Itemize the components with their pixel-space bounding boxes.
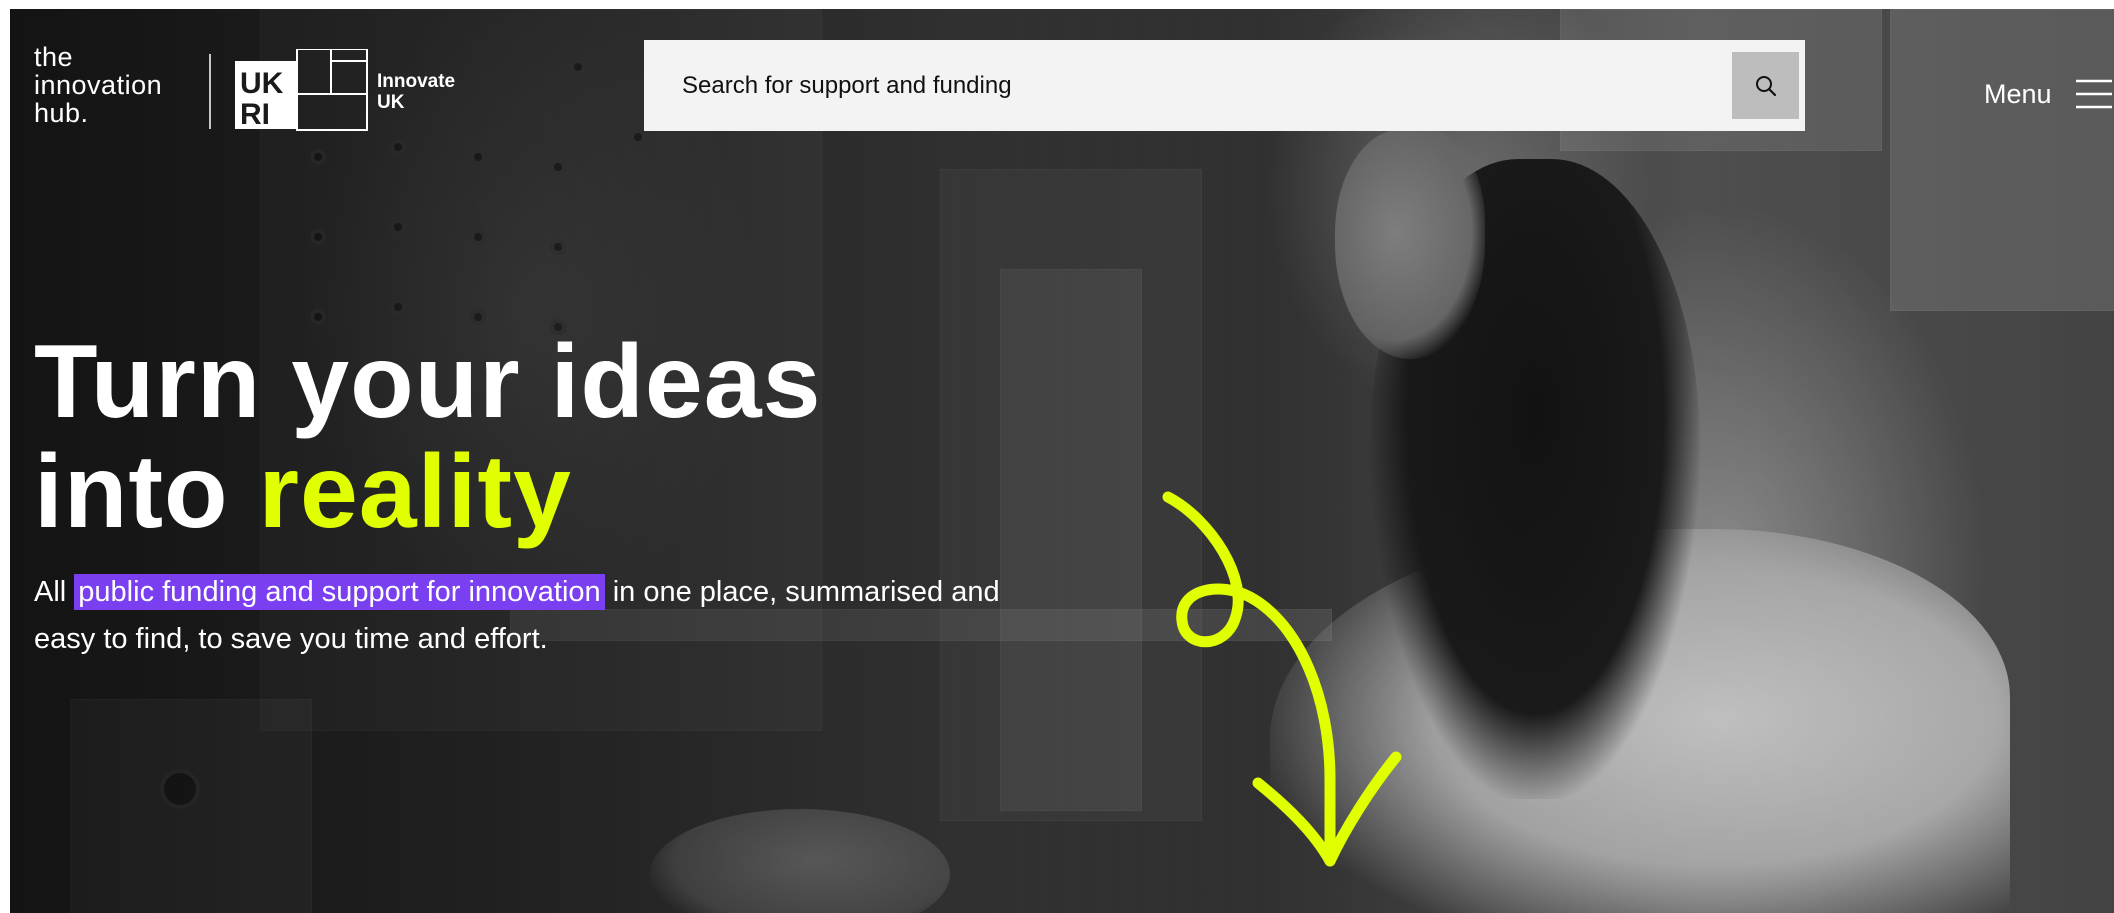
menu-label: Menu: [1984, 78, 2052, 109]
hero-description: All public funding and support for innov…: [34, 569, 1134, 663]
innovation-hub-logo[interactable]: the innovation hub.: [34, 43, 204, 127]
hero-description-suffix: in one place, summarised and: [604, 576, 1000, 608]
hero-title-line-2: into reality: [34, 437, 821, 547]
innovate-uk-label: Innovate UK: [377, 71, 455, 113]
hero-title-line-1: Turn your ideas: [34, 324, 822, 440]
hero-description-prefix: All: [34, 576, 75, 608]
logo-divider: [209, 54, 211, 129]
search-bar: [644, 40, 1805, 131]
hero-description-line-2: easy to find, to save you time and effor…: [34, 623, 548, 655]
logo-wordmark-line-3: hub.: [34, 98, 89, 128]
svg-text:UK: UK: [240, 67, 284, 100]
search-button[interactable]: [1732, 52, 1799, 119]
search-input[interactable]: [644, 40, 1694, 131]
innovate-uk-line-2: UK: [377, 92, 405, 113]
hero-description-highlight: public funding and support for innovatio…: [74, 574, 605, 610]
search-icon: [1755, 75, 1776, 96]
hero-title-accent: reality: [258, 434, 572, 550]
hamburger-icon: [2075, 79, 2112, 109]
page: the innovation hub. UK RI Innovate UK Me…: [10, 9, 2114, 913]
svg-text:RI: RI: [240, 98, 270, 131]
curly-arrow-down-icon: [1162, 491, 1402, 867]
hero-title-plain: into: [34, 434, 259, 550]
logo-wordmark-line-2: innovation: [34, 70, 163, 100]
logo-wordmark-line-1: the: [34, 42, 74, 72]
hero-title: Turn your ideas into reality: [34, 327, 821, 547]
ukri-logo[interactable]: UK RI: [234, 49, 368, 131]
innovate-uk-line-1: Innovate: [377, 71, 456, 92]
menu-button[interactable]: Menu: [1984, 69, 2112, 119]
hero-description-line-1: All public funding and support for innov…: [34, 569, 1134, 616]
